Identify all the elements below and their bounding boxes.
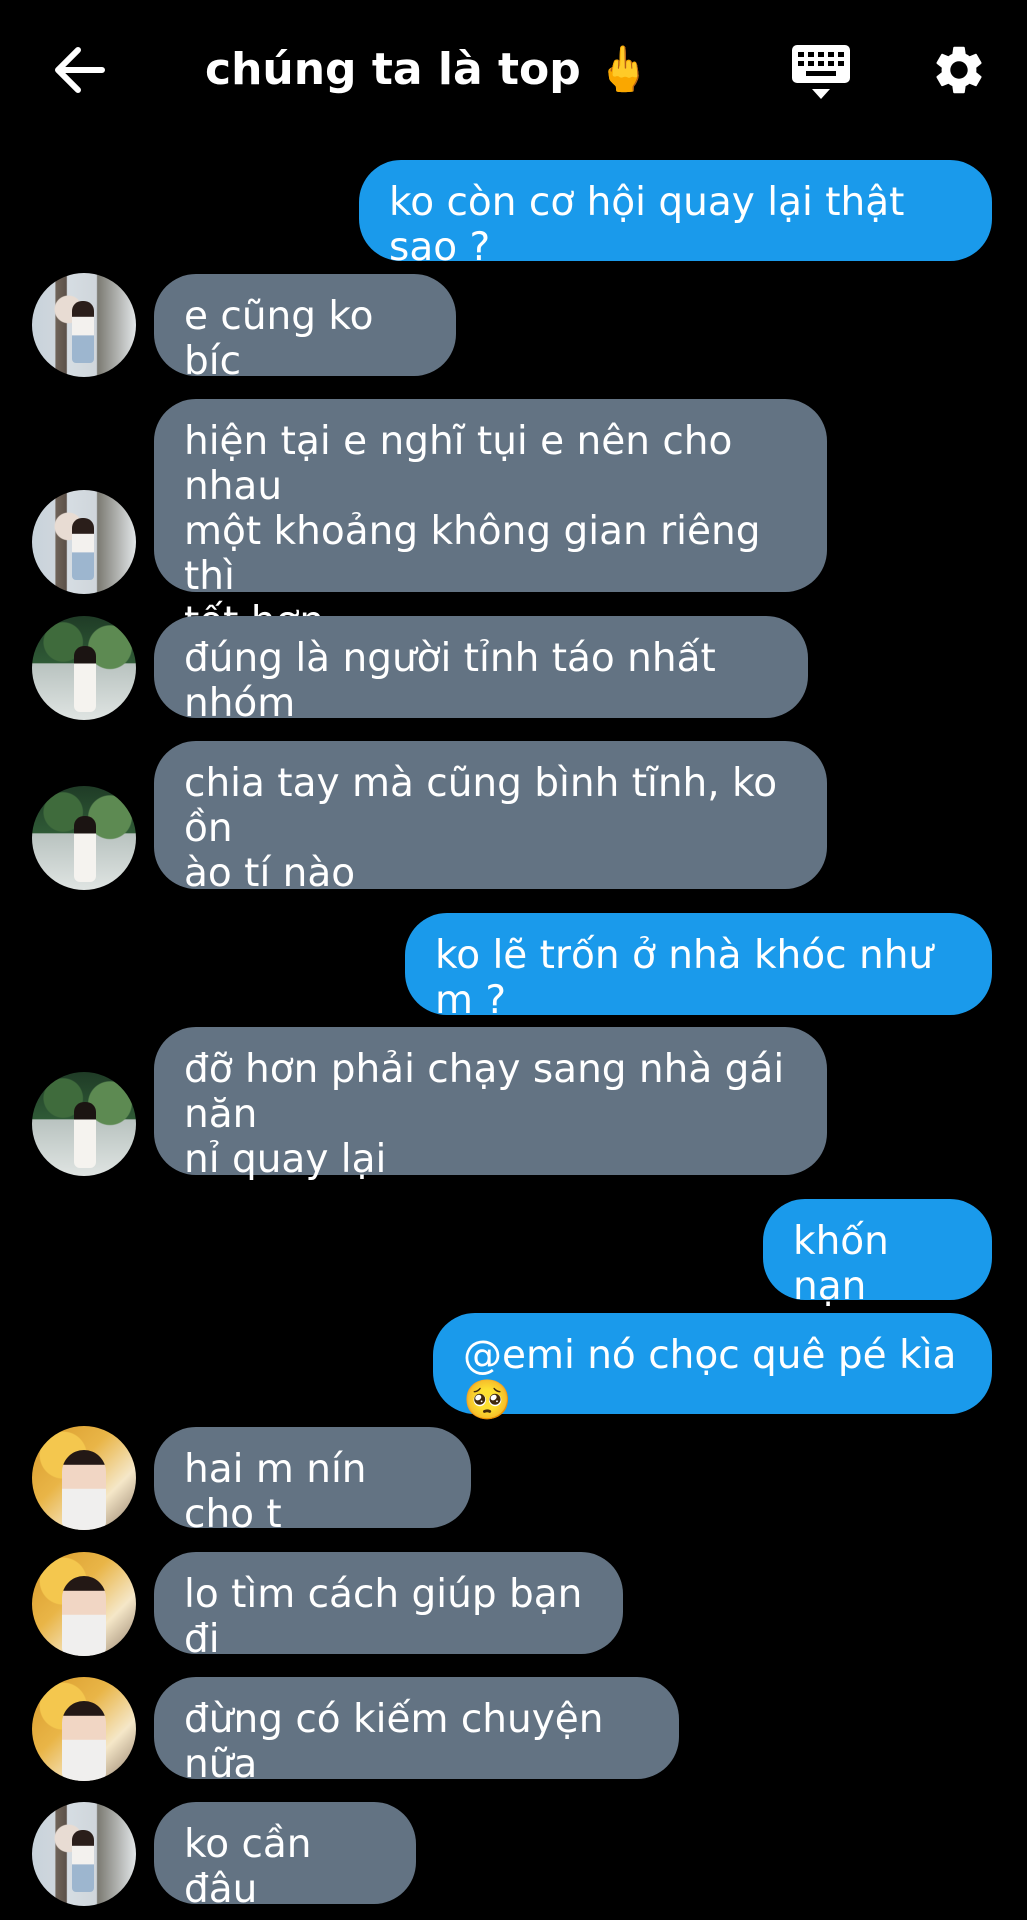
avatar[interactable] [32, 1552, 136, 1656]
message-bubble-incoming[interactable]: đúng là người tỉnh táo nhất nhóm [154, 616, 808, 726]
message-bubble-outgoing[interactable]: ko còn cơ hội quay lại thật sao ? [359, 160, 992, 270]
message-bubble-incoming[interactable]: hai m nín cho t [154, 1427, 471, 1537]
avatar[interactable] [32, 616, 136, 720]
avatar[interactable] [32, 1072, 136, 1176]
message-bubble-incoming[interactable]: hiện tại e nghĩ tụi e nên cho nhau một k… [154, 399, 827, 644]
message-bubble-incoming[interactable]: chia tay mà cũng bình tĩnh, ko ồn ào tí … [154, 741, 827, 896]
avatar[interactable] [32, 490, 136, 594]
avatar[interactable] [32, 1802, 136, 1906]
message-bubble-outgoing[interactable]: khốn nạn [763, 1199, 992, 1309]
message-bubble-incoming[interactable]: e cũng ko bíc [154, 274, 456, 384]
avatar[interactable] [32, 1426, 136, 1530]
avatar[interactable] [32, 786, 136, 890]
message-bubble-outgoing[interactable]: ko lẽ trốn ở nhà khóc như m ? [405, 913, 992, 1023]
message-bubble-incoming[interactable]: ko cần đâu [154, 1802, 416, 1912]
avatar[interactable] [32, 1677, 136, 1781]
message-list[interactable]: ko còn cơ hội quay lại thật sao ? e cũng… [0, 0, 1027, 1920]
message-bubble-incoming[interactable]: lo tìm cách giúp bạn đi [154, 1552, 623, 1662]
message-bubble-outgoing[interactable]: @emi nó chọc quê pé kìa 🥺 [433, 1313, 992, 1423]
message-bubble-incoming[interactable]: đỡ hơn phải chạy sang nhà gái năn nỉ qua… [154, 1027, 827, 1182]
message-bubble-incoming[interactable]: đừng có kiếm chuyện nữa [154, 1677, 679, 1787]
avatar[interactable] [32, 273, 136, 377]
